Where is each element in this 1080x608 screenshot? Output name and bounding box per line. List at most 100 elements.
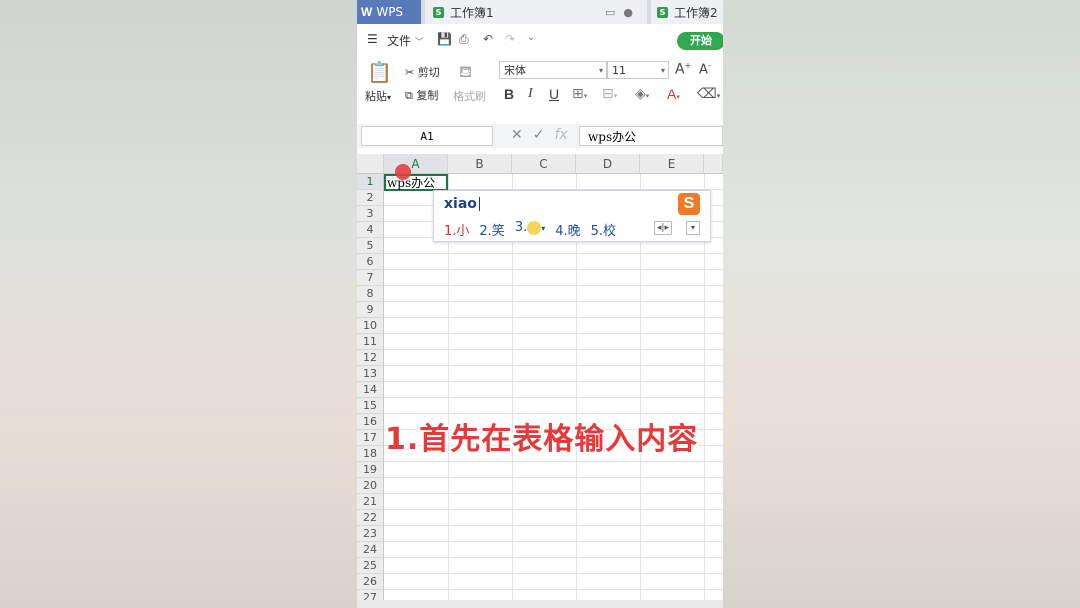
column-header-c[interactable]: C [512,154,576,174]
dot-icon[interactable]: ● [623,6,633,19]
ime-candidate[interactable]: 5.校 [591,220,616,239]
row-header[interactable]: 12 [357,350,384,366]
row-header[interactable]: 8 [357,286,384,302]
border-icon[interactable]: ⊞▾ [572,86,587,102]
redo-icon[interactable]: ↷ [505,32,515,46]
sheet-icon: S [433,6,444,18]
row-header[interactable]: 5 [357,238,384,254]
row-header[interactable]: 25 [357,558,384,574]
row-header[interactable]: 13 [357,366,384,382]
row-header[interactable]: 14 [357,382,384,398]
merge-icon[interactable]: ⊟▾ [602,86,617,102]
scissors-icon: ✂ [405,66,415,79]
grid-line [384,381,723,382]
grid-line [384,509,723,510]
ime-candidate[interactable]: 4.晚 [555,220,580,239]
underline-button[interactable]: U [549,86,559,102]
eraser-icon[interactable]: ⌫▾ [697,86,720,102]
spreadsheet-grid[interactable]: A B C D E 1 2 3 4 5 6 7 8 9 10 11 12 13 14 15 16 17 18 19 2… [357,152,723,608]
customize-icon[interactable]: ⌄ [527,32,535,43]
next-page-icon[interactable]: ▸ [664,223,669,233]
row-header[interactable]: 20 [357,478,384,494]
cell-a1[interactable]: wps办公 [384,174,448,191]
ime-candidate-window: xiao S 1.小 2.笑 3. ▾ 4.晚 5.校 ◂|▸ ▾ [433,190,711,242]
fill-color-icon[interactable]: ◈▾ [635,86,649,102]
column-header-b[interactable]: B [448,154,512,174]
paste-button[interactable]: 粘贴▾ [365,88,391,104]
copy-icon: ⧉ [405,89,413,102]
decrease-font-icon[interactable]: A- [699,61,711,77]
ime-page-nav[interactable]: ◂|▸ [653,221,672,235]
grid-line [384,493,723,494]
row-header[interactable]: 24 [357,542,384,558]
title-bar: W WPS S 工作簿1 ▭ ● S 工作簿2 [357,0,723,24]
file-menu[interactable]: 文件 ﹀ [387,32,424,49]
prev-page-icon[interactable]: ◂ [657,223,662,233]
app-name: WPS [376,5,404,19]
copy-label: 复制 [416,89,439,102]
row-header[interactable]: 21 [357,494,384,510]
monitor-icon[interactable]: ▭ [605,6,615,19]
column-header-overflow[interactable] [704,154,723,174]
paste-icon[interactable]: 📋 [367,60,392,84]
row-header[interactable]: 23 [357,526,384,542]
row-header[interactable]: 18 [357,446,384,462]
italic-button[interactable]: I [528,86,533,102]
row-header[interactable]: 15 [357,398,384,414]
function-icon[interactable]: fx [554,127,567,143]
wps-spreadsheet-window: W WPS S 工作簿1 ▭ ● S 工作簿2 ☰ 文件 ﹀ 💾 ⎙ ↶ ↷ ⌄… [357,0,723,608]
bold-button[interactable]: B [504,86,514,102]
row-header[interactable]: 7 [357,270,384,286]
expand-candidates-icon[interactable]: ▾ [686,221,700,235]
increase-font-icon[interactable]: A+ [675,61,691,78]
confirm-icon[interactable]: ✓ [533,127,545,143]
column-header-e[interactable]: E [640,154,704,174]
row-header[interactable]: 11 [357,334,384,350]
row-header[interactable]: 16 [357,414,384,430]
format-painter-icon[interactable]: ⛾ [459,62,472,83]
formula-input[interactable]: wps办公 [579,126,723,146]
tab-workbook-1[interactable]: S 工作簿1 ▭ ● [425,0,647,24]
print-icon[interactable]: ⎙ [459,32,469,47]
grid-line [384,541,723,542]
ime-candidate[interactable]: 2.笑 [479,220,504,239]
copy-button[interactable]: ⧉ 复制 [405,87,438,103]
row-header[interactable]: 3 [357,206,384,222]
row-header[interactable]: 10 [357,318,384,334]
font-name-value: 宋体 [504,64,526,77]
cancel-icon[interactable]: ✕ [511,127,523,143]
font-color-icon[interactable]: A▾ [667,86,680,102]
row-header[interactable]: 22 [357,510,384,526]
menu-icon[interactable]: ☰ [367,32,378,46]
row-header[interactable]: 2 [357,190,384,206]
grid-line [384,269,723,270]
save-icon[interactable]: 💾 [437,32,452,46]
font-size-select[interactable]: 11 ▾ [607,61,669,79]
row-header[interactable]: 9 [357,302,384,318]
undo-icon[interactable]: ↶ [483,32,493,46]
row-header[interactable]: 6 [357,254,384,270]
start-tab[interactable]: 开始 [677,32,723,50]
row-header[interactable]: 19 [357,462,384,478]
ime-candidate[interactable]: 1.小 [444,220,469,239]
touch-indicator [395,164,411,180]
tab-wps-home[interactable]: W WPS [357,0,421,24]
column-header-d[interactable]: D [576,154,640,174]
chevron-down-icon: ▾ [598,66,603,75]
row-header[interactable]: 17 [357,430,384,446]
tab-workbook-2[interactable]: S 工作簿2 [651,0,723,24]
grid-line [384,253,723,254]
font-name-select[interactable]: 宋体 ▾ [499,61,607,79]
ime-pinyin: xiao [444,196,480,212]
select-all-corner[interactable] [357,154,384,174]
name-box[interactable]: A1 [361,126,493,146]
wps-logo-icon: W [361,5,373,19]
row-header[interactable]: 1 [357,174,384,190]
row-header[interactable]: 26 [357,574,384,590]
format-painter-button[interactable]: 格式刷 [453,88,486,104]
row-header[interactable]: 4 [357,222,384,238]
ime-candidate-emoji[interactable]: 3. ▾ [515,220,545,239]
column-header-a[interactable]: A [384,154,448,174]
sheet-tabs-bar [357,600,723,608]
cut-button[interactable]: ✂ 剪切 [405,64,440,80]
